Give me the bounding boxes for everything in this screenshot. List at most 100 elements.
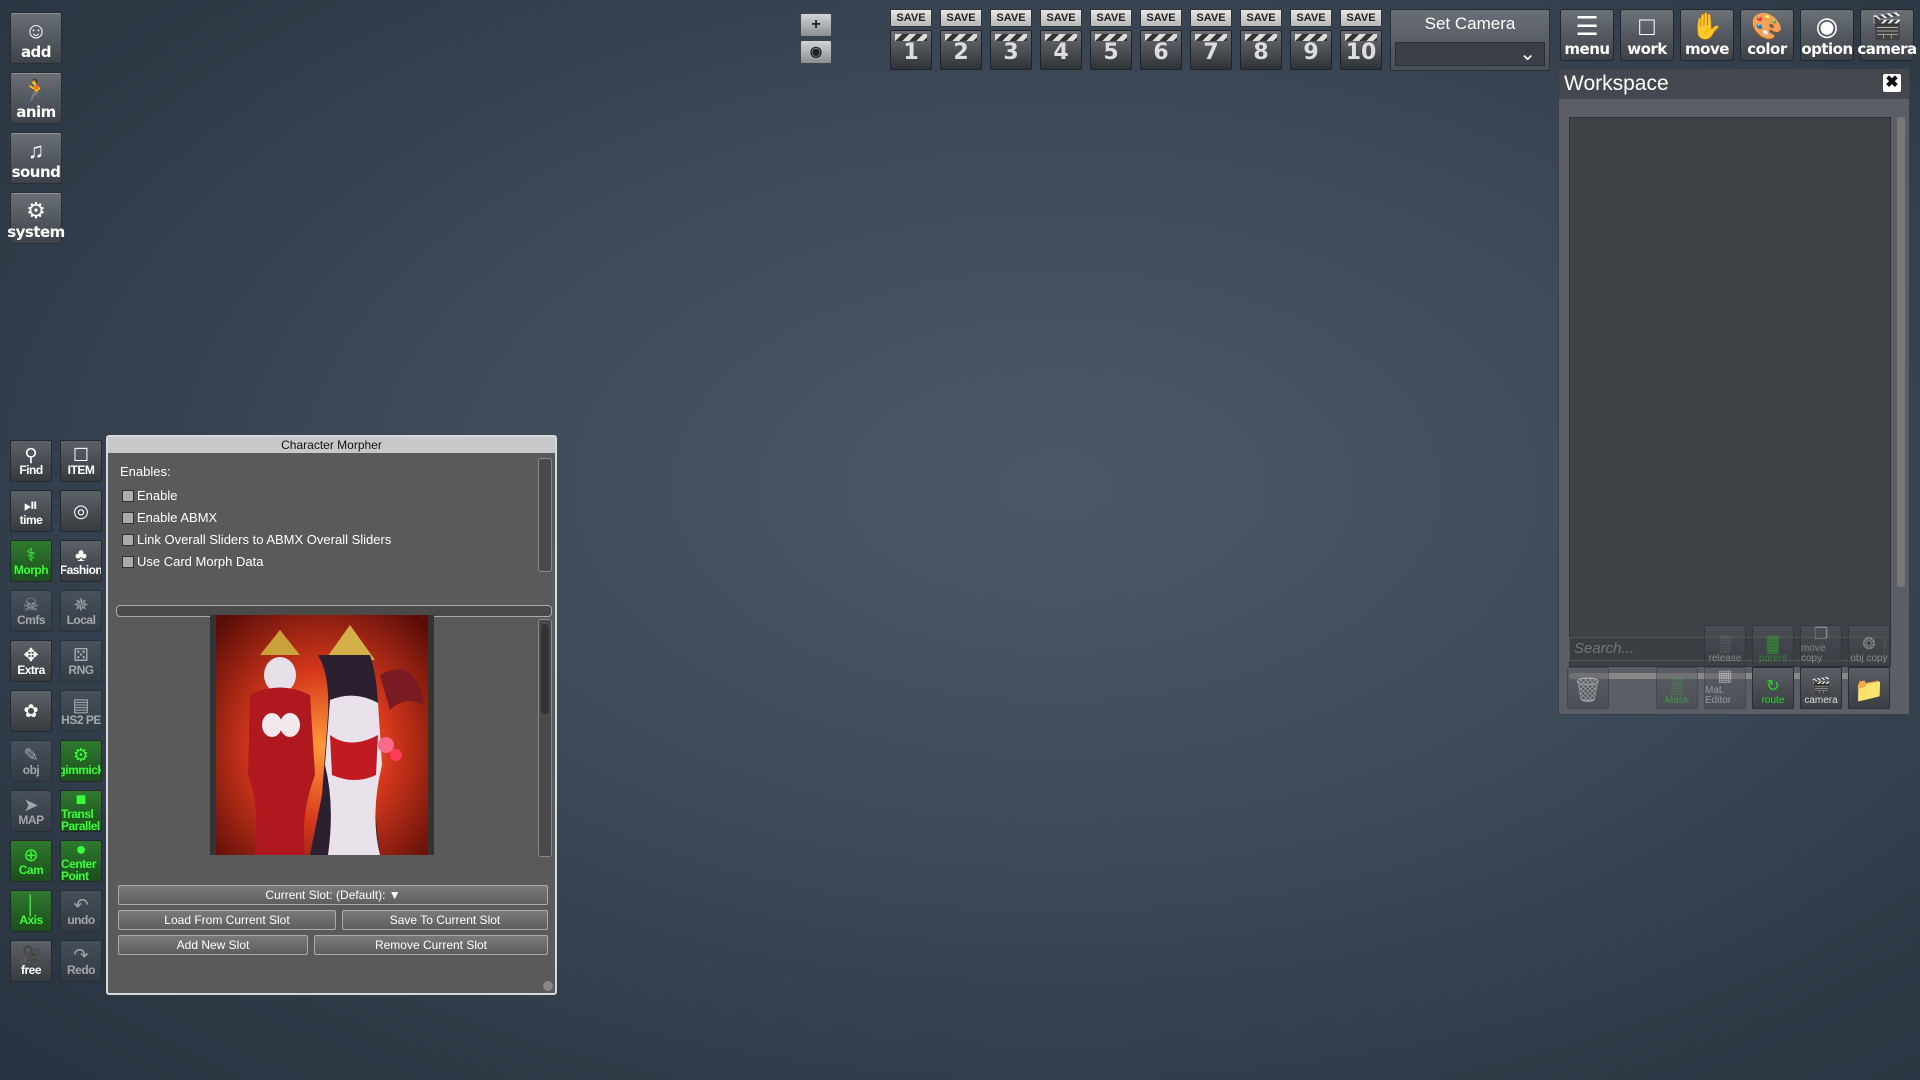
move-copy-button[interactable]: ❐ move copy xyxy=(1800,625,1842,667)
parent-button[interactable]: ▓ parent xyxy=(1752,625,1794,667)
checkbox[interactable] xyxy=(122,533,134,546)
save-slot-5-button[interactable]: SAVE xyxy=(1090,9,1132,27)
camera-slot-4-button[interactable]: 4 xyxy=(1040,30,1082,70)
option-button[interactable]: ◉ option xyxy=(1800,9,1854,61)
save-slot-8-button[interactable]: SAVE xyxy=(1240,9,1282,27)
save-slot-9-button[interactable]: SAVE xyxy=(1290,9,1332,27)
tool-camera-shutter-button[interactable]: ◎ xyxy=(60,490,102,532)
tool-map-button[interactable]: ➤ MAP xyxy=(10,790,52,832)
tool-gimmick-button[interactable]: ⚙ gimmick xyxy=(60,740,102,782)
tool-center-point-button[interactable]: ● Center Point xyxy=(60,840,102,882)
item-icon: ☐ xyxy=(72,445,90,465)
load-slot-button[interactable]: Load From Current Slot xyxy=(118,910,336,930)
tool-label: HS2 PE xyxy=(61,713,101,727)
menu-button[interactable]: ☰ menu xyxy=(1560,9,1614,61)
camera-slot-6-button[interactable]: 6 xyxy=(1140,30,1182,70)
card-list-scrollbar[interactable] xyxy=(538,619,552,857)
release-button[interactable]: ░ release xyxy=(1704,625,1746,667)
tool-undo-button[interactable]: ↶ undo xyxy=(60,890,102,932)
folder-button[interactable]: 📁 xyxy=(1848,667,1890,709)
add-slot-button[interactable]: Add New Slot xyxy=(118,935,308,955)
camera-slot-1-button[interactable]: 1 xyxy=(890,30,932,70)
tool-fashion-button[interactable]: ♣ Fashion xyxy=(60,540,102,582)
tool-morph-button[interactable]: ⚕ Morph xyxy=(10,540,52,582)
tool-cam-button[interactable]: ⊕ Cam xyxy=(10,840,52,882)
checkbox[interactable] xyxy=(122,555,134,568)
add-button[interactable]: ☺ add xyxy=(10,12,62,64)
tool-hs2-pe-button[interactable]: ▤ HS2 PE xyxy=(60,690,102,732)
save-slot-button[interactable]: Save To Current Slot xyxy=(342,910,548,930)
tool-extra-button[interactable]: ✥ Extra xyxy=(10,640,52,682)
tool-time-button[interactable]: ⏯ time xyxy=(10,490,52,532)
hs2pe-icon: ▤ xyxy=(72,695,90,715)
eye-toggle-button[interactable]: ◉ xyxy=(800,40,832,64)
save-slot-2-button[interactable]: SAVE xyxy=(940,9,982,27)
morpher-check-1[interactable]: Enable xyxy=(122,488,177,503)
tool-transl-parallel-button[interactable]: ■ Transl Parallel xyxy=(60,790,102,832)
tool-local-button[interactable]: ✵ Local xyxy=(60,590,102,632)
camera-button[interactable]: 🎬 camera xyxy=(1800,667,1842,709)
morpher-title[interactable]: Character Morpher xyxy=(108,437,555,453)
skull-icon: ☠ xyxy=(22,595,40,615)
workspace-tree[interactable] xyxy=(1569,117,1891,667)
trash-button[interactable]: 🗑 xyxy=(1567,667,1609,709)
save-slot-10-button[interactable]: SAVE xyxy=(1340,9,1382,27)
close-icon[interactable]: ✖ xyxy=(1883,74,1901,92)
checkbox[interactable] xyxy=(122,489,134,502)
tool-redo-button[interactable]: ↷ Redo xyxy=(60,940,102,982)
hand-icon: ✋ xyxy=(1690,11,1724,41)
tool-axis-button[interactable]: │ Axis xyxy=(10,890,52,932)
morpher-check-2[interactable]: Enable ABMX xyxy=(122,510,217,525)
save-slot-1-button[interactable]: SAVE xyxy=(890,9,932,27)
add-camera-button[interactable]: + xyxy=(800,13,832,37)
current-slot-dropdown[interactable]: Current Slot: (Default): ▼ xyxy=(118,885,548,905)
camera-dropdown[interactable]: ⌄ xyxy=(1395,42,1545,66)
slot-number: 4 xyxy=(1053,40,1069,65)
tool-find-button[interactable]: ⚲ Find xyxy=(10,440,52,482)
camera-slot-10-button[interactable]: 10 xyxy=(1340,30,1382,70)
translate-icon: ■ xyxy=(75,790,87,809)
move-button[interactable]: ✋ move xyxy=(1680,9,1734,61)
checkbox[interactable] xyxy=(122,511,134,524)
save-slot-3-button[interactable]: SAVE xyxy=(990,9,1032,27)
workspace-scrollbar[interactable] xyxy=(1897,117,1905,587)
tool-label: Cmfs xyxy=(16,613,46,627)
tool-label: free xyxy=(20,963,42,977)
mat-editor-button[interactable]: ▦ Mat. Editor xyxy=(1704,667,1746,709)
camera-slot-2-button[interactable]: 2 xyxy=(940,30,982,70)
remove-slot-button[interactable]: Remove Current Slot xyxy=(314,935,548,955)
morpher-check-4[interactable]: Use Card Morph Data xyxy=(122,554,263,569)
slot-number: 6 xyxy=(1153,40,1169,65)
tool-obj-button[interactable]: ✎ obj xyxy=(10,740,52,782)
obj-copy-button[interactable]: ❂ obj copy xyxy=(1848,625,1890,667)
route-button[interactable]: ↻ route xyxy=(1752,667,1794,709)
camera-button[interactable]: 🎬 camera xyxy=(1857,9,1917,61)
tool-puzzle-button[interactable]: ✿ xyxy=(10,690,52,732)
tool-label: Fashion xyxy=(60,563,102,577)
workspace-header[interactable]: Workspace ✖ xyxy=(1559,69,1909,99)
tool-rng-button[interactable]: ⚄ RNG xyxy=(60,640,102,682)
mask-button[interactable]: ▒ Mask xyxy=(1656,667,1698,709)
save-slot-6-button[interactable]: SAVE xyxy=(1140,9,1182,27)
tool-cmfs-button[interactable]: ☠ Cmfs xyxy=(10,590,52,632)
trash-icon: 🗑 xyxy=(1572,677,1604,704)
color-button[interactable]: 🎨 color xyxy=(1740,9,1794,61)
save-slot-4-button[interactable]: SAVE xyxy=(1040,9,1082,27)
resize-handle[interactable] xyxy=(543,981,553,991)
sound-button[interactable]: ♫ sound xyxy=(10,132,62,184)
tool-item-button[interactable]: ☐ ITEM xyxy=(60,440,102,482)
work-button[interactable]: □ work xyxy=(1620,9,1674,61)
tool-label: undo xyxy=(67,913,95,927)
camera-slot-5-button[interactable]: 5 xyxy=(1090,30,1132,70)
anim-button[interactable]: 🏃 anim xyxy=(10,72,62,124)
system-button[interactable]: ⚙ system xyxy=(7,192,65,244)
camera-slot-9-button[interactable]: 9 xyxy=(1290,30,1332,70)
morpher-check-3[interactable]: Link Overall Sliders to ABMX Overall Sli… xyxy=(122,532,391,547)
tool-free-button[interactable]: 🎥 free xyxy=(10,940,52,982)
save-slot-7-button[interactable]: SAVE xyxy=(1190,9,1232,27)
camera-slot-3-button[interactable]: 3 xyxy=(990,30,1032,70)
enables-scrollbar[interactable] xyxy=(538,458,552,572)
puzzle-icon: ✿ xyxy=(23,701,39,721)
camera-slot-7-button[interactable]: 7 xyxy=(1190,30,1232,70)
camera-slot-8-button[interactable]: 8 xyxy=(1240,30,1282,70)
